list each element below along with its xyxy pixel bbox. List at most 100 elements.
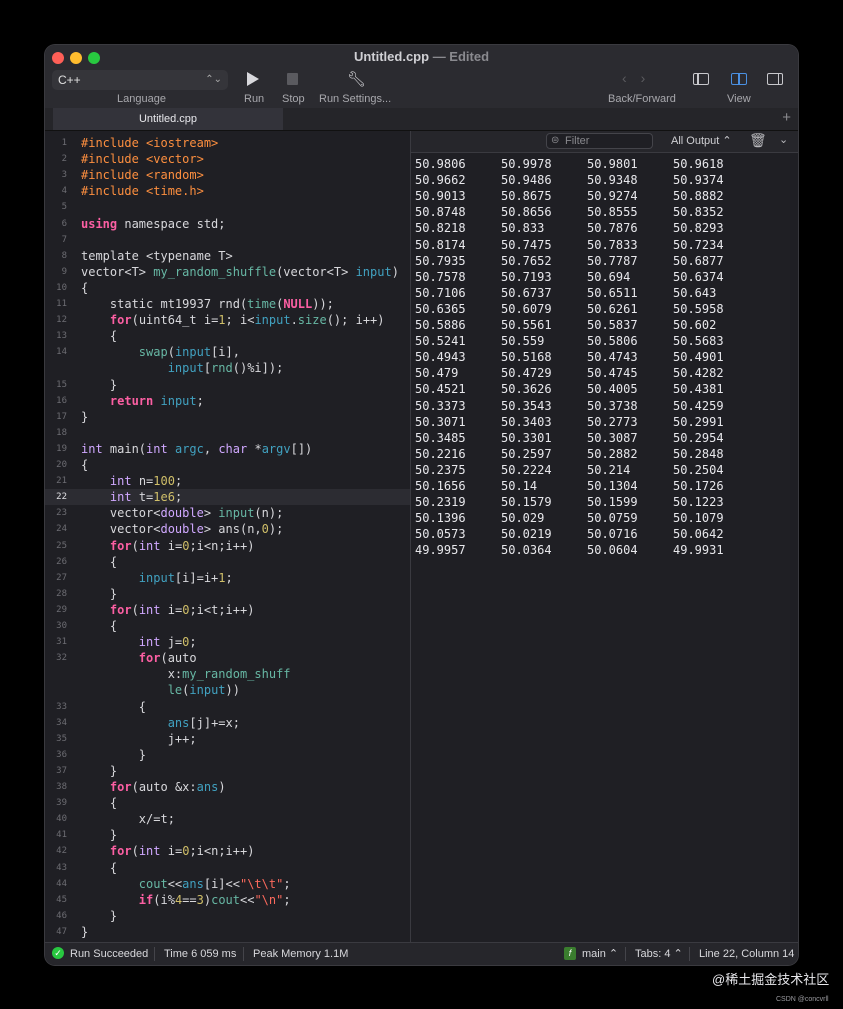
run-button[interactable]	[247, 72, 259, 86]
line-number: 27	[56, 572, 67, 583]
code-text: for(auto &x:ans)	[81, 779, 226, 795]
line-number: 41	[56, 830, 67, 841]
filter-input[interactable]: ⊜ Filter	[546, 133, 653, 149]
code-line[interactable]: 6 using namespace std;	[45, 216, 410, 232]
code-line[interactable]: x:my_random_shuff	[45, 666, 410, 682]
code-line[interactable]: 20 {	[45, 457, 410, 473]
code-line[interactable]: 16 return input;	[45, 393, 410, 409]
code-token: n=	[131, 474, 154, 489]
code-line[interactable]: 41 }	[45, 827, 410, 843]
add-tab-icon[interactable]: +	[782, 109, 791, 126]
code-line[interactable]: 3 #include <random>	[45, 167, 410, 183]
code-line[interactable]: 7	[45, 232, 410, 248]
view-right-panel-icon[interactable]	[767, 73, 783, 85]
output-value: 50.14	[501, 479, 538, 493]
code-line[interactable]: 22 int t=1e6;	[45, 489, 410, 506]
code-token: swap	[138, 345, 168, 360]
code-line[interactable]: 38 for(auto &x:ans)	[45, 779, 410, 795]
code-token: template <typename T>	[81, 248, 233, 263]
code-token: return	[109, 393, 154, 408]
code-line[interactable]: 31 int j=0;	[45, 634, 410, 650]
code-line[interactable]: 44 cout<<ans[i]<<"\t\t";	[45, 876, 410, 892]
code-line[interactable]: 12 for(uint64_t i=1; i<input.size(); i++…	[45, 312, 410, 328]
chevron-down-icon[interactable]: ⌄	[779, 133, 788, 146]
code-line[interactable]: 21 int n=100;	[45, 473, 410, 489]
back-forward-arrows-icon[interactable]: ‹›	[622, 70, 659, 86]
output-value: 50.7106	[415, 285, 466, 300]
code-line[interactable]: 42 for(int i=0;i<n;i++)	[45, 843, 410, 859]
code-line[interactable]: 26 {	[45, 554, 410, 570]
code-line[interactable]: 40 x/=t;	[45, 811, 410, 827]
code-line[interactable]: 25 for(int i=0;i<n;i++)	[45, 538, 410, 554]
output-value: 50.2954	[673, 430, 724, 445]
code-line[interactable]: 36 }	[45, 747, 410, 763]
code-text: for(int i=0;i<n;i++)	[81, 538, 255, 554]
trash-icon[interactable]: 🗑︎	[749, 132, 767, 149]
code-line[interactable]: 35 j++;	[45, 731, 410, 747]
output-value: 50.9978	[501, 157, 552, 171]
code-line[interactable]: 14 swap(input[i],	[45, 344, 410, 360]
code-line[interactable]: 19 int main(int argc, char *argv[])	[45, 441, 410, 457]
code-text: }	[81, 924, 88, 940]
code-line[interactable]: 30 {	[45, 618, 410, 634]
language-select[interactable]: C++ ⌃⌄	[52, 70, 228, 90]
code-line[interactable]: 9 vector<T> my_random_shuffle(vector<T> i…	[45, 264, 410, 280]
stop-button[interactable]	[287, 73, 298, 85]
tabs-select[interactable]: Tabs: 4 ⌃	[635, 943, 683, 965]
code-line[interactable]: 37 }	[45, 763, 410, 779]
code-token: {	[81, 619, 118, 633]
view-left-panel-icon[interactable]	[693, 73, 709, 85]
code-line[interactable]: 1 #include <iostream>	[45, 135, 410, 151]
code-line[interactable]: 27 input[i]=i+1;	[45, 570, 410, 586]
wrench-icon[interactable]: 🔧︎	[347, 70, 366, 88]
code-line[interactable]: 15 }	[45, 377, 410, 393]
code-line[interactable]: 13 {	[45, 328, 410, 344]
code-line[interactable]: 2 #include <vector>	[45, 151, 410, 167]
output-value: 50.6877	[673, 253, 724, 268]
code-line[interactable]: 18	[45, 425, 410, 441]
code-line[interactable]: 47}	[45, 924, 410, 940]
code-line[interactable]: 24 vector<double> ans(n,0);	[45, 521, 410, 537]
language-value: C++	[58, 73, 81, 87]
line-number: 12	[56, 315, 67, 326]
code-line[interactable]: 23 vector<double> input(n);	[45, 505, 410, 521]
code-text: }	[81, 377, 117, 393]
code-token: (n);	[254, 506, 284, 521]
code-line[interactable]: 8 template <typename T>	[45, 248, 410, 264]
code-editor[interactable]: 1 #include <iostream> 2 #include <vector> 3 #…	[45, 131, 410, 942]
code-line[interactable]: input[rnd()%i]);	[45, 360, 410, 376]
code-line[interactable]: 32 for(auto	[45, 650, 410, 666]
code-line[interactable]: le(input))	[45, 682, 410, 698]
code-line[interactable]: 34 ans[j]+=x;	[45, 715, 410, 731]
view-split-panel-icon[interactable]	[731, 73, 747, 85]
code-line[interactable]: 33 {	[45, 699, 410, 715]
filter-placeholder: Filter	[565, 135, 590, 147]
code-line[interactable]: 46 }	[45, 908, 410, 924]
code-line[interactable]: 43 {	[45, 860, 410, 876]
output-value: 50.9374	[673, 173, 724, 188]
code-line[interactable]: 28 }	[45, 586, 410, 602]
code-token: ;	[174, 490, 183, 505]
code-line[interactable]: 45 if(i%4==3)cout<<"\n";	[45, 892, 410, 908]
output-value: 50.3485	[415, 430, 466, 445]
code-line[interactable]: 17}	[45, 409, 410, 425]
code-line[interactable]: 29 for(int i=0;i<t;i++)	[45, 602, 410, 618]
branch-select[interactable]: main ⌃	[582, 943, 618, 965]
code-line[interactable]: 5	[45, 199, 410, 215]
line-number: 24	[56, 524, 67, 535]
code-line[interactable]: 39 {	[45, 795, 410, 811]
output-value: 50.3403	[501, 414, 552, 429]
code-token: std;	[196, 216, 226, 231]
code-line[interactable]: 11 static mt19937 rnd(time(NULL));	[45, 296, 410, 312]
code-token: (i%	[153, 892, 175, 907]
output-value: 50.2375	[415, 462, 466, 477]
tab-untitled-cpp[interactable]: Untitled.cpp	[53, 108, 283, 130]
code-line[interactable]: 4 #include <time.h>	[45, 183, 410, 199]
line-number: 21	[56, 476, 67, 487]
code-token: }	[81, 747, 147, 762]
code-token: input	[355, 264, 392, 279]
output-select[interactable]: All Output ⌃	[671, 134, 732, 147]
code-line[interactable]: 10 {	[45, 280, 410, 296]
